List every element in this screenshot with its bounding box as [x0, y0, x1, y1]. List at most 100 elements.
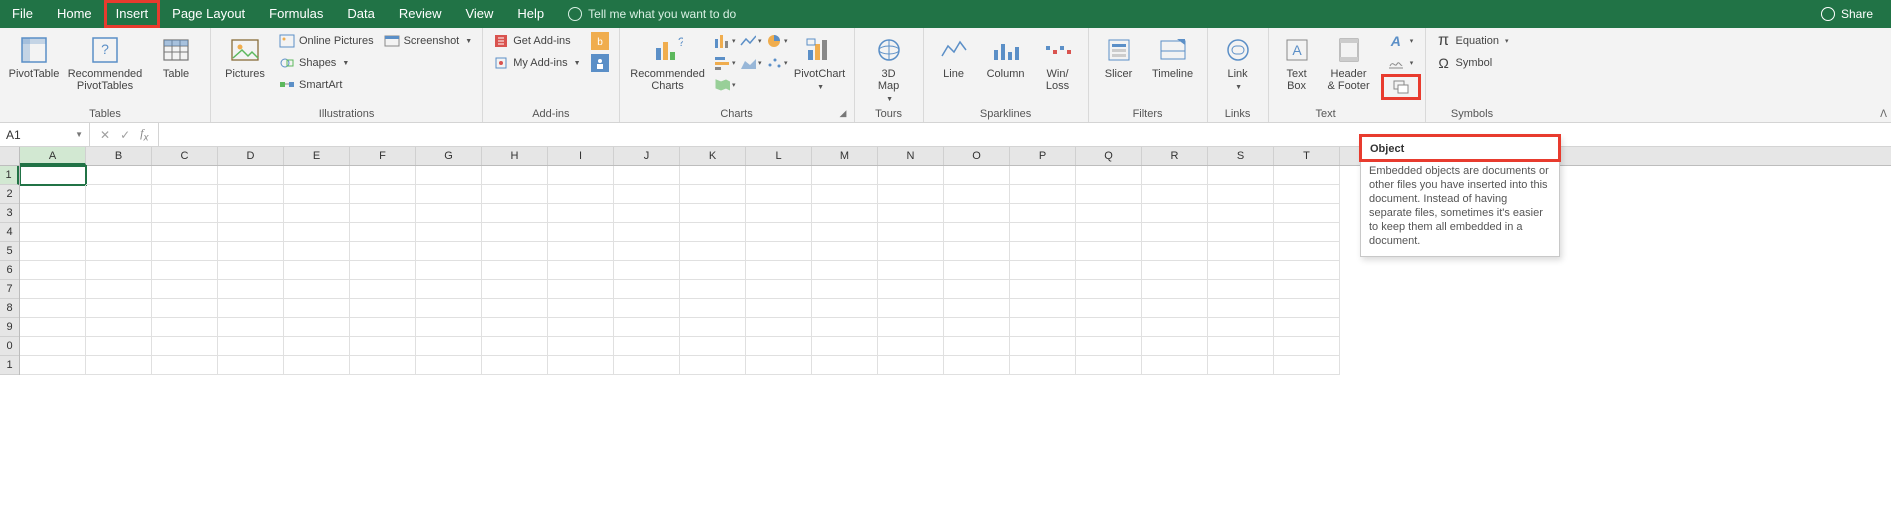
- bar-chart-button[interactable]: ▾: [714, 54, 736, 72]
- cell[interactable]: [416, 280, 482, 299]
- cell[interactable]: [878, 299, 944, 318]
- text-box-button[interactable]: A Text Box: [1277, 32, 1317, 92]
- cell[interactable]: [548, 242, 614, 261]
- cell[interactable]: [20, 337, 86, 356]
- cell[interactable]: [482, 356, 548, 375]
- column-header[interactable]: E: [284, 147, 350, 165]
- column-header[interactable]: N: [878, 147, 944, 165]
- people-graph-button[interactable]: [589, 54, 611, 72]
- column-header[interactable]: A: [20, 147, 86, 165]
- cell[interactable]: [1142, 185, 1208, 204]
- collapse-ribbon-button[interactable]: ᐱ: [1880, 109, 1887, 120]
- cell[interactable]: [1142, 299, 1208, 318]
- cell[interactable]: [1208, 280, 1274, 299]
- online-pictures-button[interactable]: Online Pictures: [277, 32, 376, 50]
- cell[interactable]: [86, 337, 152, 356]
- cell[interactable]: [1142, 204, 1208, 223]
- cell[interactable]: [1010, 166, 1076, 185]
- cell[interactable]: [1076, 204, 1142, 223]
- cell[interactable]: [614, 166, 680, 185]
- cell[interactable]: [1142, 280, 1208, 299]
- smartart-button[interactable]: SmartArt: [277, 76, 376, 94]
- cell[interactable]: [680, 318, 746, 337]
- column-header[interactable]: K: [680, 147, 746, 165]
- cell[interactable]: [284, 242, 350, 261]
- cell[interactable]: [1010, 261, 1076, 280]
- cell[interactable]: [944, 242, 1010, 261]
- column-header[interactable]: S: [1208, 147, 1274, 165]
- cell[interactable]: [878, 204, 944, 223]
- tab-review[interactable]: Review: [387, 0, 454, 28]
- cell[interactable]: [548, 318, 614, 337]
- column-header[interactable]: M: [812, 147, 878, 165]
- cell[interactable]: [218, 166, 284, 185]
- cell[interactable]: [284, 261, 350, 280]
- cell[interactable]: [680, 337, 746, 356]
- cell[interactable]: [350, 223, 416, 242]
- cell[interactable]: [944, 185, 1010, 204]
- tell-me-search[interactable]: Tell me what you want to do: [556, 7, 748, 21]
- cell[interactable]: [548, 223, 614, 242]
- cell[interactable]: [350, 261, 416, 280]
- cell[interactable]: [746, 356, 812, 375]
- cell[interactable]: [350, 318, 416, 337]
- share-button[interactable]: Share: [1803, 7, 1891, 21]
- row-header[interactable]: 1: [0, 166, 19, 185]
- cell[interactable]: [1076, 185, 1142, 204]
- cell[interactable]: [350, 280, 416, 299]
- tab-data[interactable]: Data: [335, 0, 386, 28]
- cell[interactable]: [548, 166, 614, 185]
- cell[interactable]: [416, 204, 482, 223]
- formula-input[interactable]: [159, 123, 1891, 146]
- cell[interactable]: [746, 280, 812, 299]
- cell[interactable]: [1208, 185, 1274, 204]
- cell[interactable]: [812, 204, 878, 223]
- cell[interactable]: [812, 185, 878, 204]
- cell[interactable]: [482, 166, 548, 185]
- link-button[interactable]: Link ▼: [1216, 32, 1260, 94]
- cell[interactable]: [20, 299, 86, 318]
- cell[interactable]: [812, 356, 878, 375]
- cell[interactable]: [548, 356, 614, 375]
- cell[interactable]: [1208, 337, 1274, 356]
- cell[interactable]: [86, 185, 152, 204]
- select-all-corner[interactable]: [0, 147, 20, 166]
- cell[interactable]: [152, 242, 218, 261]
- cell[interactable]: [152, 204, 218, 223]
- cell[interactable]: [20, 280, 86, 299]
- cell[interactable]: [218, 280, 284, 299]
- cell[interactable]: [878, 261, 944, 280]
- row-header[interactable]: 3: [0, 204, 19, 223]
- cell[interactable]: [1010, 356, 1076, 375]
- cell[interactable]: [1274, 318, 1340, 337]
- cell[interactable]: [152, 223, 218, 242]
- cell[interactable]: [680, 223, 746, 242]
- cell[interactable]: [680, 204, 746, 223]
- cell[interactable]: [284, 185, 350, 204]
- column-header[interactable]: R: [1142, 147, 1208, 165]
- tab-view[interactable]: View: [453, 0, 505, 28]
- cell[interactable]: [746, 261, 812, 280]
- row-header[interactable]: 5: [0, 242, 19, 261]
- cell[interactable]: [20, 318, 86, 337]
- cell[interactable]: [614, 299, 680, 318]
- cell[interactable]: [1010, 280, 1076, 299]
- cell[interactable]: [1274, 356, 1340, 375]
- column-header[interactable]: B: [86, 147, 152, 165]
- sparkline-winloss-button[interactable]: Win/ Loss: [1036, 32, 1080, 92]
- cell[interactable]: [416, 337, 482, 356]
- 3d-map-button[interactable]: 3D Map ▼: [863, 32, 915, 106]
- cell[interactable]: [614, 337, 680, 356]
- cell[interactable]: [1010, 223, 1076, 242]
- cell[interactable]: [614, 318, 680, 337]
- cell[interactable]: [944, 356, 1010, 375]
- cell[interactable]: [1274, 223, 1340, 242]
- cell[interactable]: [284, 280, 350, 299]
- cell[interactable]: [284, 299, 350, 318]
- column-header[interactable]: H: [482, 147, 548, 165]
- row-header[interactable]: 2: [0, 185, 19, 204]
- cell[interactable]: [20, 223, 86, 242]
- cell[interactable]: [86, 299, 152, 318]
- cell[interactable]: [1010, 337, 1076, 356]
- cell[interactable]: [152, 185, 218, 204]
